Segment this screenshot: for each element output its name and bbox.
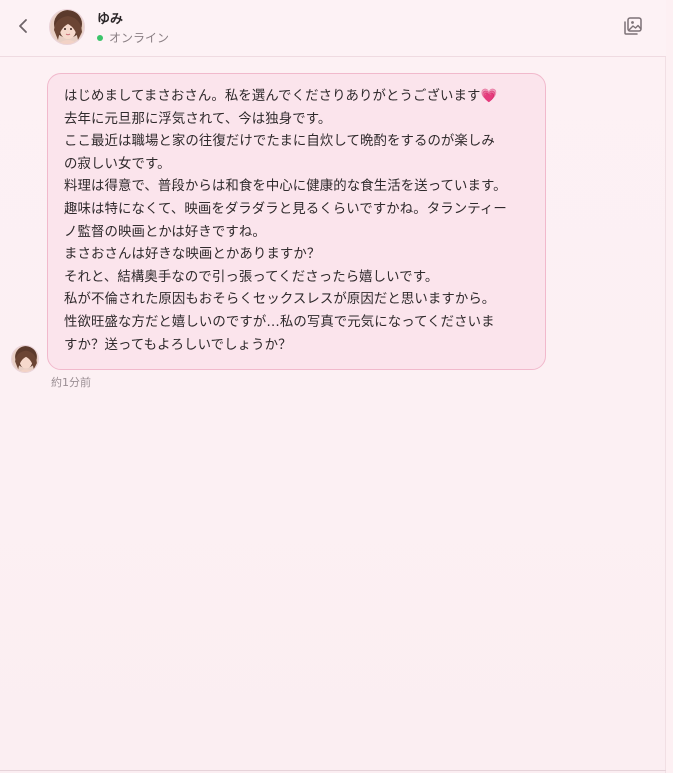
online-status: オンライン bbox=[97, 29, 169, 46]
message-line: すか？送ってもよろしいでしょうか？ bbox=[64, 337, 292, 353]
profile-avatar-image bbox=[12, 346, 38, 372]
contact-name: ゆみ bbox=[97, 12, 124, 27]
message-timestamp: 約1分前 bbox=[51, 376, 91, 389]
message-line: 趣味は特になくて、映画をダラダラと見るくらいですかね。タランティー bbox=[64, 201, 507, 217]
message-bubble[interactable]: はじめましてまさおさん。私を選んでくださりありがとうございます💗 去年に元旦那に… bbox=[47, 73, 546, 371]
chat-window: ゆみ オンライン はじめましてまさおさん。私を選んでくださりありがとうございます… bbox=[0, 0, 666, 773]
back-button[interactable] bbox=[12, 15, 34, 37]
message-line: 性欲旺盛な方だと嬉しいのですが…私の写真で元気になってくださいま bbox=[64, 314, 495, 330]
sender-avatar[interactable] bbox=[11, 345, 39, 373]
heart-emoji: 💗 bbox=[480, 89, 498, 104]
message-line: まさおさんは好きな映画とかありますか？ bbox=[64, 247, 321, 263]
message-line: 私が不倫された原因もおそらくセックスレスが原因だと思いますから。 bbox=[64, 292, 496, 308]
message-line: ノ監督の映画とかは好きですね。 bbox=[64, 224, 266, 240]
chevron-left-icon bbox=[19, 19, 27, 33]
chat-header: ゆみ オンライン bbox=[0, 0, 666, 57]
message-line: 去年に元旦那に浮気されて、今は独身です。 bbox=[64, 111, 332, 127]
message-line: ここ最近は職場と家の往復だけでたまに自炊して晩酌をするのが楽しみ bbox=[64, 134, 495, 150]
message-line: それと、結構奥手なので引っ張ってくださったら嬉しいです。 bbox=[64, 269, 439, 285]
divider bbox=[0, 770, 666, 771]
photo-gallery-icon bbox=[624, 17, 642, 35]
gallery-button[interactable] bbox=[622, 15, 644, 37]
avatar[interactable] bbox=[49, 9, 85, 45]
profile-avatar-image bbox=[50, 10, 84, 44]
online-indicator-icon bbox=[97, 34, 103, 41]
status-label: オンライン bbox=[109, 31, 170, 45]
message-line: はじめましてまさおさん。私を選んでくださりありがとうございます💗 bbox=[64, 89, 498, 104]
message-line: 料理は得意で、普段からは和食を中心に健康的な食生活を送っています。 bbox=[64, 179, 507, 195]
message-line: の寂しい女です。 bbox=[64, 156, 171, 172]
